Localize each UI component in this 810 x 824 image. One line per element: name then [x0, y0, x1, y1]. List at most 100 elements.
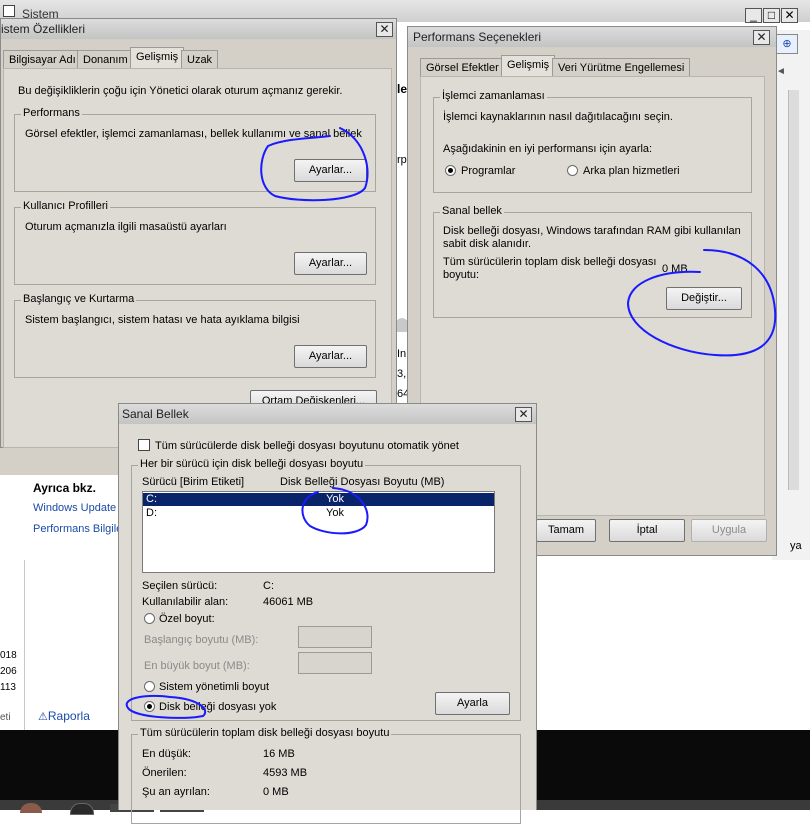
available-space-value: 46061 MB: [263, 596, 314, 608]
startup-recovery-desc: Sistem başlangıcı, sistem hatası ve hata…: [25, 314, 300, 326]
maximize-button[interactable]: □: [763, 8, 780, 23]
system-properties-dialog: istem Özellikleri ✕ Bilgisayar Adı Donan…: [0, 18, 397, 448]
virtual-memory-dialog: Sanal Bellek ✕ Tüm sürücülerde disk bell…: [118, 403, 537, 824]
system-managed-radio[interactable]: [144, 681, 155, 692]
set-button[interactable]: Ayarla: [435, 692, 510, 715]
virtual-memory-desc: sabit disk alanıdır.: [443, 238, 532, 250]
drive-list[interactable]: C: Yok D: Yok: [142, 491, 495, 573]
total-paging-label: boyutu:: [443, 269, 480, 281]
drive-letter: D:: [146, 507, 157, 519]
initial-size-input[interactable]: [298, 626, 372, 648]
system-scrollbar[interactable]: [788, 90, 799, 490]
startup-recovery-group: Başlangıç ve Kurtarma Sistem başlangıcı,…: [14, 293, 376, 378]
total-paging-group: Tüm sürücülerin toplam disk belleği dosy…: [131, 727, 521, 824]
bg-number: 018: [0, 650, 17, 661]
list-item[interactable]: D: Yok: [143, 507, 494, 520]
perfopts-close-button[interactable]: ✕: [753, 30, 770, 45]
no-paging-file-radio[interactable]: [144, 701, 155, 712]
processor-scheduling-prompt: Aşağıdakinin en iyi performansı için aya…: [443, 143, 653, 155]
performance-info-link[interactable]: Performans Bilgile: [33, 523, 122, 535]
tab-remote[interactable]: Uzak: [181, 50, 219, 69]
max-size-input[interactable]: [298, 652, 372, 674]
report-link[interactable]: ⚠Raporla: [38, 709, 90, 723]
drive-size: Yok: [326, 507, 344, 519]
allocated-label: Şu an ayrılan:: [142, 786, 210, 798]
auto-manage-label[interactable]: Tüm sürücülerde disk belleği dosyası boy…: [155, 440, 459, 452]
minimize-button[interactable]: _: [745, 8, 762, 23]
processor-scheduling-group: İşlemci zamanlaması İşlemci kaynaklarını…: [433, 90, 752, 193]
windows-update-link[interactable]: Windows Update: [33, 502, 116, 514]
sysprops-panel: Bu değişikliklerin çoğu için Yönetici ol…: [3, 68, 392, 448]
performance-settings-button[interactable]: Ayarlar...: [294, 159, 367, 182]
background-services-radio[interactable]: [567, 165, 578, 176]
tab-visual-effects[interactable]: Görsel Efektler: [420, 58, 505, 77]
minimum-value: 16 MB: [263, 748, 295, 760]
total-paging-label: Tüm sürücülerin toplam disk belleği dosy…: [443, 256, 657, 268]
bg-divider: [24, 560, 25, 730]
per-drive-group: Her bir sürücü için disk belleği dosyası…: [131, 458, 521, 721]
virtual-memory-label: Sanal bellek: [440, 205, 504, 217]
system-title-icon: [3, 5, 15, 17]
total-paging-value: 0 MB: [662, 263, 688, 275]
background-services-label[interactable]: Arka plan hizmetleri: [583, 165, 680, 177]
tab-computer-name[interactable]: Bilgisayar Adı: [3, 50, 82, 69]
processor-scheduling-desc: İşlemci kaynaklarının nasıl dağıtılacağı…: [443, 111, 673, 123]
scroll-arrow-icon[interactable]: ◄: [776, 66, 786, 77]
startup-recovery-label: Başlangıç ve Kurtarma: [21, 293, 137, 305]
drive-size: Yok: [326, 493, 344, 505]
tab-hardware[interactable]: Donanım: [77, 50, 134, 69]
per-drive-label: Her bir sürücü için disk belleği dosyası…: [138, 458, 366, 470]
sysprops-close-button[interactable]: ✕: [376, 22, 393, 37]
help-icon[interactable]: ⊕: [776, 34, 798, 54]
user-profiles-settings-button[interactable]: Ayarlar...: [294, 252, 367, 275]
change-button[interactable]: Değiştir...: [666, 287, 742, 310]
apply-button[interactable]: Uygula: [691, 519, 767, 542]
tab-dep[interactable]: Veri Yürütme Engellemesi: [552, 58, 691, 77]
selected-drive-label: Seçilen sürücü:: [142, 580, 218, 592]
startup-recovery-settings-button[interactable]: Ayarlar...: [294, 345, 367, 368]
user-profiles-label: Kullanıcı Profilleri: [21, 200, 110, 212]
close-button[interactable]: ✕: [781, 8, 798, 23]
perfopts-titlebar: Performans Seçenekleri ✕: [408, 27, 776, 47]
taskbar-app-icon[interactable]: [70, 803, 94, 815]
report-icon: ⚠: [38, 711, 48, 723]
bg-gray-band: [0, 445, 120, 475]
virtmem-close-button[interactable]: ✕: [515, 407, 532, 422]
bg-fragment: 3,: [397, 368, 407, 380]
auto-manage-checkbox[interactable]: [138, 439, 150, 451]
performance-label: Performans: [21, 107, 82, 119]
performance-desc: Görsel efektler, işlemci zamanlaması, be…: [25, 128, 362, 140]
tab-advanced[interactable]: Gelişmiş: [130, 47, 185, 69]
system-managed-label[interactable]: Sistem yönetimli boyut: [159, 681, 269, 693]
drive-column-header: Sürücü [Birim Etiketi]: [142, 476, 245, 488]
user-profiles-group: Kullanıcı Profilleri Oturum açmanızla il…: [14, 200, 376, 285]
bg-number: 206: [0, 666, 17, 677]
system-right-strip: ⊕ ◄: [772, 30, 810, 560]
virtual-memory-group: Sanal bellek Disk belleği dosyası, Windo…: [433, 205, 752, 318]
custom-size-radio[interactable]: [144, 613, 155, 624]
custom-size-label[interactable]: Özel boyut:: [159, 613, 215, 625]
programs-label[interactable]: Programlar: [461, 165, 515, 177]
ok-button[interactable]: Tamam: [536, 519, 596, 542]
bg-fragment: eti: [0, 712, 11, 723]
cancel-button[interactable]: İptal: [609, 519, 685, 542]
virtmem-body: Tüm sürücülerde disk belleği dosyası boy…: [119, 424, 536, 824]
sysprops-titlebar: istem Özellikleri ✕: [1, 19, 396, 39]
virtmem-titlebar: Sanal Bellek ✕: [119, 404, 536, 424]
tab-advanced[interactable]: Gelişmiş: [501, 55, 556, 77]
total-paging-group-label: Tüm sürücülerin toplam disk belleği dosy…: [138, 727, 392, 739]
programs-radio[interactable]: [445, 165, 456, 176]
list-item[interactable]: C: Yok: [143, 493, 494, 506]
allocated-value: 0 MB: [263, 786, 289, 798]
available-space-label: Kullanılabilir alan:: [142, 596, 229, 608]
perfopts-title: Performans Seçenekleri: [413, 30, 542, 44]
recommended-value: 4593 MB: [263, 767, 308, 779]
selected-drive-value: C:: [263, 580, 274, 592]
bg-number: 113: [0, 682, 16, 693]
size-column-header: Disk Belleği Dosyası Boyutu (MB): [280, 476, 445, 488]
recommended-label: Önerilen:: [142, 767, 187, 779]
user-profiles-desc: Oturum açmanızla ilgili masaüstü ayarlar…: [25, 221, 227, 233]
no-paging-file-label[interactable]: Disk belleği dosyası yok: [159, 701, 276, 713]
sysprops-title: istem Özellikleri: [1, 22, 86, 36]
processor-scheduling-label: İşlemci zamanlaması: [440, 90, 547, 102]
